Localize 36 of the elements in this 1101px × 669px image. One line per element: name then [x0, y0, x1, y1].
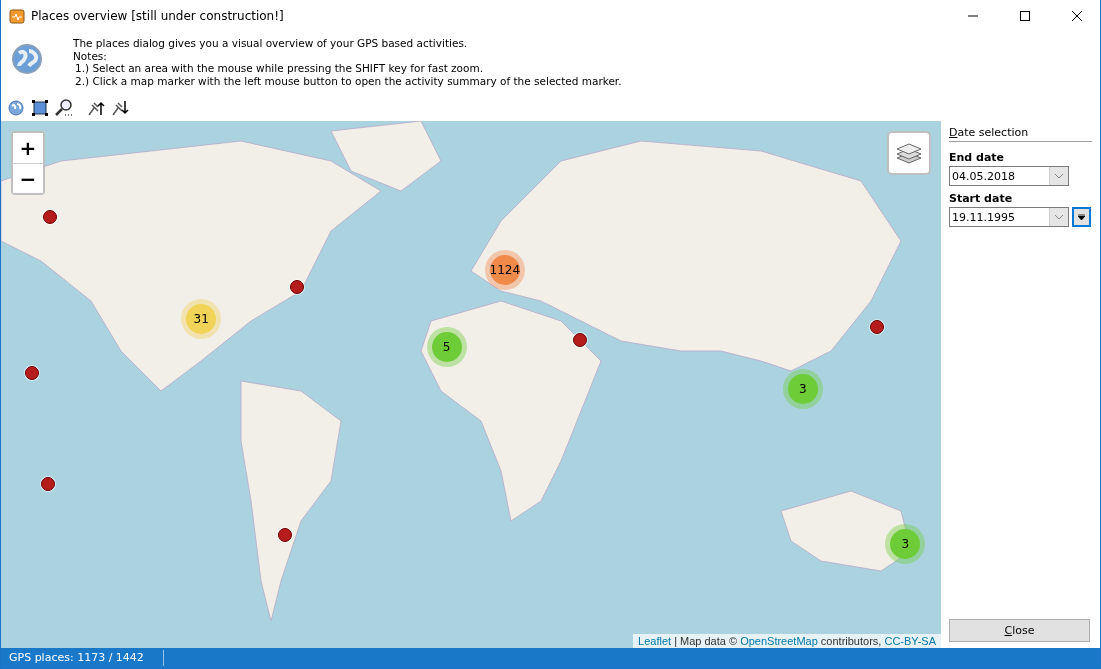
- pin-up-icon[interactable]: [87, 99, 105, 117]
- attribution-link[interactable]: OpenStreetMap: [740, 635, 818, 647]
- status-text: GPS places: 1173 / 1442: [1, 650, 164, 666]
- app-icon: [9, 7, 25, 24]
- map-marker[interactable]: [41, 477, 55, 492]
- map-attribution: Leaflet | Map data © OpenStreetMap contributors, CC-BY-SA: [633, 634, 941, 648]
- help-text: 1.) Select an area with the mouse while pressing the SHIFT key for fast zoom.: [74, 62, 485, 75]
- zoom-out-button[interactable]: −: [13, 163, 43, 193]
- cluster-marker[interactable]: 5: [426, 327, 467, 368]
- map-marker[interactable]: [573, 333, 588, 348]
- help-text: 2.) Click a map marker with the left mouse button to open the activity summary of the selected marker.: [74, 74, 622, 87]
- world-map[interactable]: + − 1124 31 5 3 3 Leaflet | Map data © OpenStreetMap contributors, CC-BY-SA: [1, 121, 941, 648]
- layers-button[interactable]: [887, 131, 931, 175]
- field-label: Start date: [949, 192, 1014, 205]
- cluster-marker[interactable]: 31: [181, 299, 222, 340]
- attribution-link[interactable]: Leaflet: [638, 635, 672, 647]
- attribution-link[interactable]: CC-BY-SA: [884, 635, 936, 647]
- layers-icon: [896, 141, 922, 165]
- pin-down-icon[interactable]: [111, 99, 129, 117]
- dropdown-button[interactable]: [1072, 207, 1091, 227]
- cluster-marker[interactable]: 1124: [484, 249, 525, 290]
- field-label: End date: [949, 151, 1006, 164]
- caret-icon: [1078, 214, 1085, 220]
- cluster-marker[interactable]: 3: [782, 368, 823, 409]
- help-text: The places dialog gives you a visual overview of your GPS based activities.: [73, 37, 469, 50]
- map-marker[interactable]: [25, 366, 39, 381]
- group-title: Date selection: [949, 125, 1092, 142]
- cluster-marker[interactable]: 3: [885, 523, 926, 564]
- close-button[interactable]: Close: [949, 619, 1090, 642]
- select-area-icon[interactable]: [31, 99, 49, 117]
- chevron-down-icon[interactable]: [1055, 214, 1063, 220]
- chevron-down-icon[interactable]: [1055, 173, 1063, 179]
- search-icon[interactable]: [55, 99, 73, 117]
- window-title: Places overview [still under construction!]: [31, 8, 285, 23]
- map-marker[interactable]: [870, 320, 885, 335]
- help-text: Notes:: [73, 49, 108, 62]
